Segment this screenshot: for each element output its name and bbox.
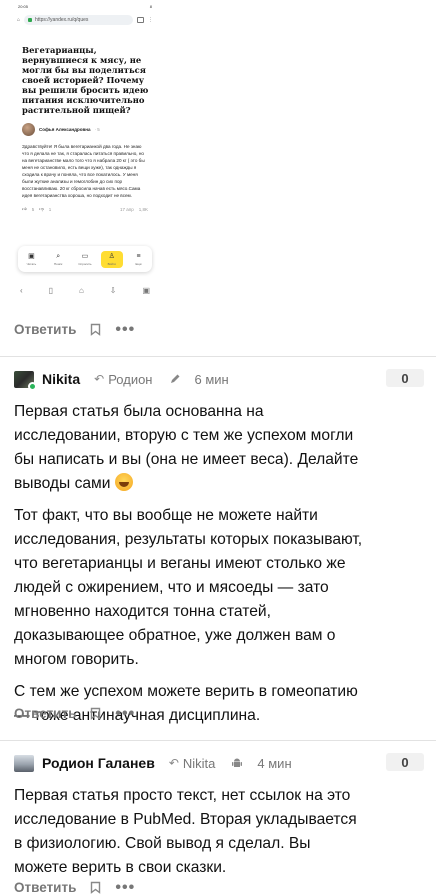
comment-paragraph: Тот факт, что вы вообще не можете найти … <box>14 507 363 668</box>
phone-nav-label: Читать <box>26 261 37 266</box>
bookmark-icon[interactable] <box>90 323 101 336</box>
reply-to-link[interactable]: ↶ Nikita <box>169 756 216 771</box>
avatar[interactable] <box>14 370 37 391</box>
divider <box>0 356 436 357</box>
ask-icon: ▭ <box>81 252 89 260</box>
phone-nav-label: Ещё <box>135 261 142 266</box>
phone-nav-item: ▣ Читать <box>20 251 42 268</box>
tabs-icon: ▣ <box>142 286 150 295</box>
book-icon: ▯ <box>48 286 54 295</box>
reply-arrow-icon: ↶ <box>94 372 105 386</box>
phone-system-bar: ‹ ▯ ⌂ ⇩ ▣ <box>20 286 150 295</box>
reply-to-name: Nikita <box>182 755 216 771</box>
phone-nav-label: Спросить <box>78 261 92 266</box>
phone-author-meta: · 5 <box>94 127 100 132</box>
profile-icon: ♙ <box>108 252 115 260</box>
phone-tabs-icon <box>137 17 144 23</box>
comment-author[interactable]: Родион Галанев <box>42 755 155 771</box>
reply-button[interactable]: Ответить <box>14 706 76 721</box>
phone-status-time: 20:05 <box>18 4 29 9</box>
phone-menu-icon: ⋮ <box>148 17 153 23</box>
comment-header: Nikita ↶ Родион 6 мин <box>14 369 229 391</box>
comment-body: Первая статья просто текст, нет ссылок н… <box>14 784 366 888</box>
phone-url-bar: ⌂ https://yandex.ru/q/ques ⋮ <box>17 13 153 27</box>
comment-author[interactable]: Nikita <box>42 371 80 387</box>
laughing-emoji-icon <box>114 473 133 491</box>
lock-icon <box>28 18 33 22</box>
thumb-up-icon: 👍︎ <box>22 206 27 211</box>
reply-to-name: Родион <box>108 371 153 387</box>
download-icon: ⇩ <box>109 286 117 295</box>
phone-nav-item: ⌕ Поиск <box>47 251 69 268</box>
thumb-down-icon: 👎︎ <box>39 206 44 211</box>
embedded-screenshot: 20:05 8 ⌂ https://yandex.ru/q/ques ⋮ Вег… <box>14 0 156 307</box>
phone-url-field: https://yandex.ru/q/ques <box>24 15 133 25</box>
search-icon: ⌕ <box>56 252 61 260</box>
comment-actions: Ответить ••• <box>14 705 135 721</box>
reply-button[interactable]: Ответить <box>14 880 76 895</box>
comment-paragraph: Первая статья просто текст, нет ссылок н… <box>14 787 357 876</box>
vote-counter[interactable]: 0 <box>386 753 424 771</box>
home-icon: ▣ <box>28 252 35 260</box>
comment-actions: Ответить ••• <box>14 879 135 895</box>
phone-answer-footer: 👍︎ 5 👎︎ 1 17 апр 1,8K <box>22 206 148 212</box>
menu-icon: ≡ <box>136 252 141 260</box>
phone-date: 17 апр <box>120 206 134 212</box>
phone-nav-item: ♙ Войти <box>100 250 123 268</box>
android-icon <box>232 758 243 767</box>
comment-paragraph: Первая статья была основанна на исследов… <box>14 403 359 492</box>
divider <box>0 740 436 741</box>
phone-question-title: Вегетарианцы, вернувшиеся к мясу, не мог… <box>22 45 149 115</box>
comment-time: 4 мин <box>257 755 292 771</box>
phone-likes: 5 <box>31 206 35 212</box>
phone-author: Софья Александровна · 5 <box>22 123 148 136</box>
reply-to-link[interactable]: ↶ Родион <box>94 372 152 387</box>
post-actions: Ответить ••• <box>14 321 135 337</box>
home-icon: ⌂ <box>78 286 84 295</box>
phone-bottom-nav: ▣ Читать ⌕ Поиск ▭ Спросить ♙ Войти ≡ Ещ… <box>18 246 152 272</box>
phone-nav-item: ▭ Спросить <box>74 251 96 268</box>
bookmark-icon[interactable] <box>90 707 101 720</box>
phone-author-name: Софья Александровна <box>39 127 91 132</box>
phone-home-icon: ⌂ <box>17 17 21 23</box>
bookmark-icon[interactable] <box>90 881 101 894</box>
reply-button[interactable]: Ответить <box>14 322 76 337</box>
vote-counter[interactable]: 0 <box>386 369 424 387</box>
reply-arrow-icon: ↶ <box>168 756 179 770</box>
phone-status-bar: 20:05 8 <box>14 0 156 13</box>
comment-body: Первая статья была основанна на исследов… <box>14 400 366 736</box>
phone-author-avatar <box>22 123 35 136</box>
comment-header: Родион Галанев ↶ Nikita 4 мин <box>14 753 292 773</box>
pencil-icon <box>170 374 179 383</box>
more-icon[interactable]: ••• <box>115 321 135 337</box>
phone-nav-item: ≡ Ещё <box>128 251 150 268</box>
back-icon: ‹ <box>20 286 23 295</box>
avatar[interactable] <box>14 754 34 772</box>
more-icon[interactable]: ••• <box>115 879 135 895</box>
phone-status-right: 8 <box>149 4 152 9</box>
phone-nav-label: Поиск <box>54 261 63 266</box>
phone-nav-label: Войти <box>107 261 116 266</box>
phone-dislikes: 1 <box>48 206 52 212</box>
online-status-icon <box>28 381 37 391</box>
more-icon[interactable]: ••• <box>115 705 135 721</box>
phone-answer-text: Здравствуйте! Я была вегетарианкой два г… <box>22 144 145 198</box>
comment-time: 6 мин <box>194 371 229 387</box>
phone-views: 1,8K <box>138 206 148 212</box>
phone-url-text: https://yandex.ru/q/ques <box>35 17 89 23</box>
